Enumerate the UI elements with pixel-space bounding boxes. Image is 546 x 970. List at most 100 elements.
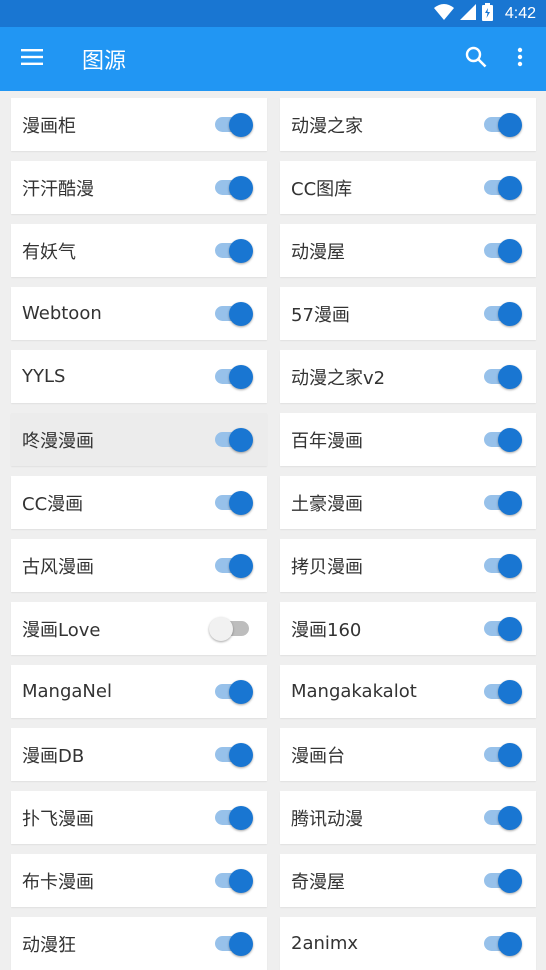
source-toggle-switch[interactable]: [213, 236, 253, 266]
source-toggle-switch[interactable]: [482, 929, 522, 959]
source-item[interactable]: 拷贝漫画: [280, 539, 536, 592]
source-item[interactable]: CC漫画: [11, 476, 267, 529]
source-label: 漫画Love: [22, 619, 101, 641]
source-toggle-switch[interactable]: [482, 362, 522, 392]
source-label: 奇漫屋: [291, 871, 345, 893]
source-label: 漫画台: [291, 745, 345, 767]
switch-thumb: [498, 175, 522, 200]
switch-thumb: [498, 742, 522, 767]
switch-thumb: [498, 679, 522, 704]
source-item[interactable]: 动漫屋: [280, 224, 536, 277]
switch-thumb: [498, 616, 522, 641]
source-toggle-switch[interactable]: [213, 488, 253, 518]
switch-thumb: [229, 490, 253, 515]
switch-thumb: [498, 868, 522, 893]
source-label: CC图库: [291, 178, 353, 200]
source-toggle-switch[interactable]: [482, 110, 522, 140]
switch-thumb: [229, 427, 253, 452]
source-item[interactable]: 动漫狂: [11, 917, 267, 970]
source-item[interactable]: 汗汗酷漫: [11, 161, 267, 214]
signal-icon: [459, 3, 476, 24]
status-time: 4:42: [504, 4, 536, 22]
source-toggle-switch[interactable]: [482, 236, 522, 266]
source-label: 汗汗酷漫: [22, 178, 94, 200]
source-label: 动漫屋: [291, 241, 345, 263]
source-item[interactable]: 奇漫屋: [280, 854, 536, 907]
source-item[interactable]: 漫画Love: [11, 602, 267, 655]
search-button[interactable]: [452, 31, 500, 87]
source-label: 漫画DB: [22, 745, 85, 767]
source-label: MangaNel: [22, 681, 112, 702]
source-toggle-switch[interactable]: [482, 551, 522, 581]
source-item[interactable]: 有妖气: [11, 224, 267, 277]
switch-thumb: [498, 238, 522, 263]
source-label: 动漫狂: [22, 934, 76, 956]
source-item[interactable]: 57漫画: [280, 287, 536, 340]
switch-thumb: [498, 805, 522, 830]
source-toggle-switch[interactable]: [482, 740, 522, 770]
switch-thumb: [498, 427, 522, 452]
source-toggle-switch[interactable]: [213, 677, 253, 707]
source-toggle-switch[interactable]: [213, 425, 253, 455]
source-item[interactable]: YYLS: [11, 350, 267, 403]
source-toggle-switch[interactable]: [209, 614, 253, 644]
page-title: 图源: [82, 49, 127, 74]
more-options-button[interactable]: [500, 31, 540, 87]
switch-thumb: [209, 616, 233, 641]
source-item[interactable]: 漫画160: [280, 602, 536, 655]
switch-thumb: [229, 868, 253, 893]
menu-icon: [21, 48, 43, 70]
switch-thumb: [229, 175, 253, 200]
source-toggle-switch[interactable]: [482, 803, 522, 833]
source-toggle-switch[interactable]: [213, 866, 253, 896]
source-label: 漫画柜: [22, 115, 76, 137]
source-toggle-switch[interactable]: [482, 299, 522, 329]
source-item[interactable]: Mangakakalot: [280, 665, 536, 718]
source-toggle-switch[interactable]: [213, 551, 253, 581]
source-toggle-switch[interactable]: [213, 110, 253, 140]
switch-thumb: [498, 490, 522, 515]
source-item[interactable]: 漫画柜: [11, 98, 267, 151]
switch-thumb: [498, 112, 522, 137]
switch-thumb: [229, 301, 253, 326]
source-toggle-switch[interactable]: [482, 677, 522, 707]
source-toggle-switch[interactable]: [213, 362, 253, 392]
source-item[interactable]: Webtoon: [11, 287, 267, 340]
source-toggle-switch[interactable]: [213, 929, 253, 959]
switch-thumb: [229, 742, 253, 767]
source-toggle-switch[interactable]: [482, 488, 522, 518]
source-item[interactable]: MangaNel: [11, 665, 267, 718]
switch-thumb: [229, 805, 253, 830]
source-toggle-switch[interactable]: [482, 425, 522, 455]
source-item[interactable]: 扑飞漫画: [11, 791, 267, 844]
source-item[interactable]: 土豪漫画: [280, 476, 536, 529]
source-toggle-switch[interactable]: [482, 173, 522, 203]
source-toggle-switch[interactable]: [482, 614, 522, 644]
source-item[interactable]: 百年漫画: [280, 413, 536, 466]
source-item[interactable]: 漫画台: [280, 728, 536, 781]
source-label: 土豪漫画: [291, 493, 363, 515]
source-toggle-switch[interactable]: [213, 740, 253, 770]
source-toggle-switch[interactable]: [213, 173, 253, 203]
more-vert-icon: [517, 47, 523, 71]
source-label: 有妖气: [22, 241, 76, 263]
source-label: Mangakakalot: [291, 681, 417, 702]
switch-thumb: [229, 931, 253, 956]
menu-button[interactable]: [0, 27, 64, 91]
wifi-icon: [433, 3, 454, 24]
source-label: 咚漫漫画: [22, 430, 94, 452]
source-toggle-switch[interactable]: [213, 803, 253, 833]
source-item[interactable]: 漫画DB: [11, 728, 267, 781]
source-item[interactable]: 布卡漫画: [11, 854, 267, 907]
source-toggle-switch[interactable]: [482, 866, 522, 896]
source-item[interactable]: 动漫之家: [280, 98, 536, 151]
source-item[interactable]: 动漫之家v2: [280, 350, 536, 403]
source-item[interactable]: CC图库: [280, 161, 536, 214]
source-item[interactable]: 2animx: [280, 917, 536, 970]
source-item[interactable]: 腾讯动漫: [280, 791, 536, 844]
switch-thumb: [498, 931, 522, 956]
switch-thumb: [229, 679, 253, 704]
source-item[interactable]: 古风漫画: [11, 539, 267, 592]
source-toggle-switch[interactable]: [213, 299, 253, 329]
source-item[interactable]: 咚漫漫画: [11, 413, 267, 466]
